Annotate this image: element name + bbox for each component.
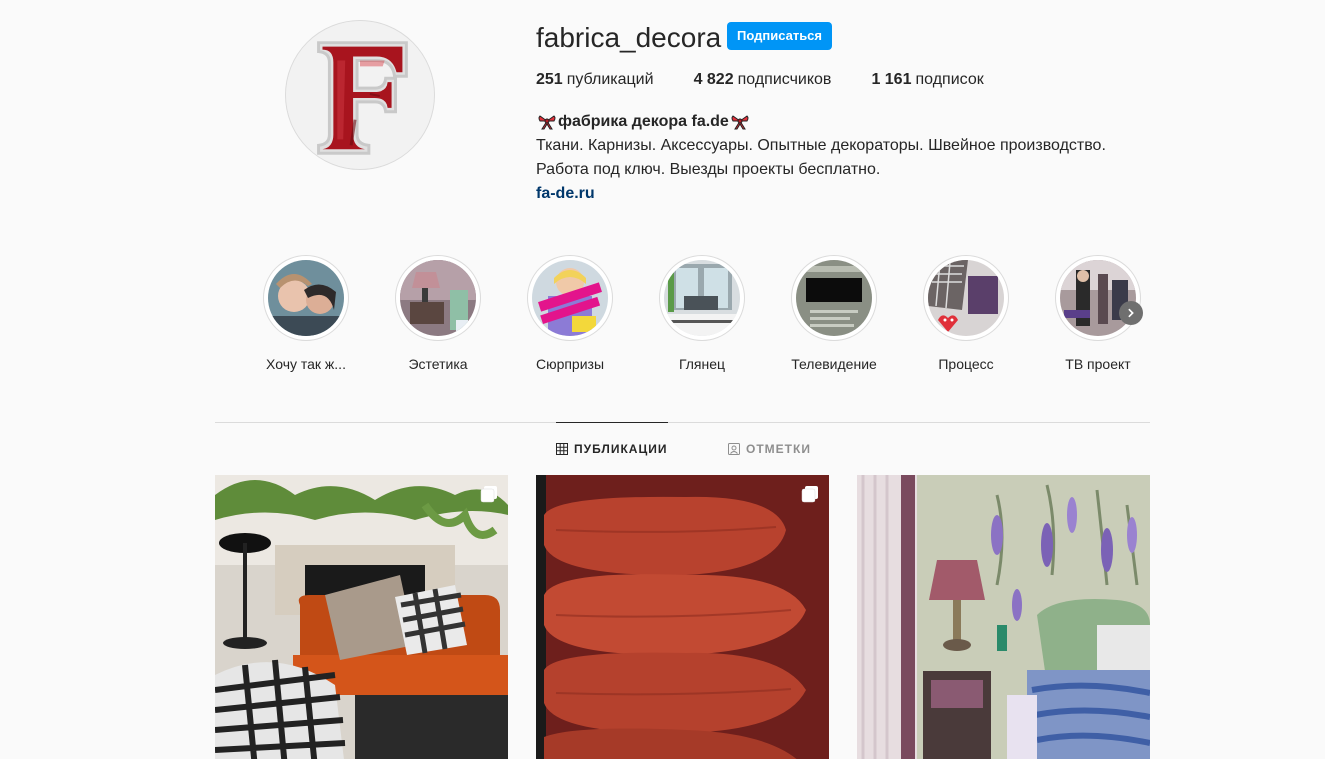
stat-following[interactable]: 1 161 подписок	[871, 70, 983, 90]
highlight-item[interactable]: Телевидение	[768, 255, 900, 373]
profile-avatar[interactable]	[285, 20, 435, 170]
highlight-cover	[400, 260, 476, 336]
post-tile[interactable]	[215, 475, 508, 759]
post-image	[536, 475, 829, 759]
stat-posts: 251 публикаций	[536, 70, 654, 90]
highlight-label: Процесс	[938, 356, 994, 372]
highlight-label: Хочу так ж...	[266, 356, 346, 372]
highlight-item[interactable]: ТВ проект	[1032, 255, 1164, 373]
highlight-item[interactable]: Процесс	[900, 255, 1032, 373]
highlight-ring	[1055, 255, 1141, 341]
post-image	[215, 475, 508, 759]
ribbon-icon	[731, 115, 749, 130]
bio-name-row: фабрика декора fa.de	[536, 110, 1106, 134]
highlight-label: ТВ проект	[1065, 356, 1131, 372]
highlights-next-button[interactable]	[1119, 301, 1143, 325]
highlight-cover	[1060, 260, 1136, 336]
highlight-item[interactable]: Сюрпризы	[504, 255, 636, 373]
highlight-ring	[263, 255, 349, 341]
post-tile[interactable]	[536, 475, 829, 759]
stat-followers[interactable]: 4 822 подписчиков	[694, 70, 832, 90]
following-count: 1 161	[871, 71, 912, 88]
ribbon-icon	[538, 115, 556, 130]
multiple-images-icon	[480, 486, 497, 503]
highlight-item[interactable]: Хочу так ж...	[240, 255, 372, 373]
highlight-cover	[532, 260, 608, 336]
tab-tagged-label: ОТМЕТКИ	[746, 441, 811, 456]
tabs-divider	[215, 422, 1150, 423]
bio-line-1: Ткани. Карнизы. Аксессуары. Опытные деко…	[536, 137, 1106, 154]
followers-count: 4 822	[693, 71, 734, 88]
profile-stats: 251 публикаций 4 822 подписчиков 1 161 подп…	[536, 70, 1024, 90]
highlight-ring	[791, 255, 877, 341]
highlight-ring	[923, 255, 1009, 341]
followers-label: подписчиков	[737, 71, 832, 88]
tab-posts[interactable]: ПУБЛИКАЦИИ	[556, 422, 668, 475]
tab-posts-label: ПУБЛИКАЦИИ	[574, 442, 668, 456]
avatar-image	[286, 21, 434, 169]
posts-label: публикаций	[566, 71, 654, 88]
bio-line-2: Работа под ключ. Выезды проекты бесплатн…	[536, 161, 881, 178]
bio-website-link[interactable]: fa-de.ru	[536, 185, 595, 202]
grid-icon	[556, 443, 568, 455]
highlight-item[interactable]: Эстетика	[372, 255, 504, 373]
highlight-cover	[928, 260, 1004, 336]
profile-bio: фабрика декора fa.de Ткани. Карнизы. Акс…	[536, 110, 1106, 206]
following-label: подписок	[915, 71, 984, 88]
bio-full-name: фабрика декора fa.de	[558, 113, 729, 130]
highlight-label: Сюрпризы	[535, 356, 605, 372]
post-image	[857, 475, 1150, 759]
highlight-label: Телевидение	[791, 356, 877, 372]
highlight-ring	[659, 255, 745, 341]
post-tile[interactable]	[857, 475, 1150, 759]
highlight-cover	[664, 260, 740, 336]
tag-portrait-icon	[728, 442, 740, 455]
highlight-ring	[395, 255, 481, 341]
highlight-label: Эстетика	[408, 356, 468, 372]
chevron-right-icon	[1128, 308, 1134, 318]
highlight-label: Глянец	[678, 356, 726, 372]
profile-username: fabrica_decora	[536, 22, 722, 53]
highlight-ring	[527, 255, 613, 341]
follow-button[interactable]: Подписаться	[727, 22, 833, 50]
tab-tagged[interactable]: ОТМЕТКИ	[728, 422, 811, 475]
highlight-item[interactable]: Глянец	[636, 255, 768, 373]
multiple-images-icon	[801, 486, 818, 503]
story-highlights: Хочу так ж... Эстетика Сюрпризы Глянец Т…	[240, 255, 1164, 373]
highlight-cover	[268, 260, 344, 336]
highlight-cover	[796, 260, 872, 336]
posts-count: 251	[536, 71, 563, 88]
profile-page: fabrica_decora Подписаться 251 публикаций…	[0, 0, 1325, 759]
